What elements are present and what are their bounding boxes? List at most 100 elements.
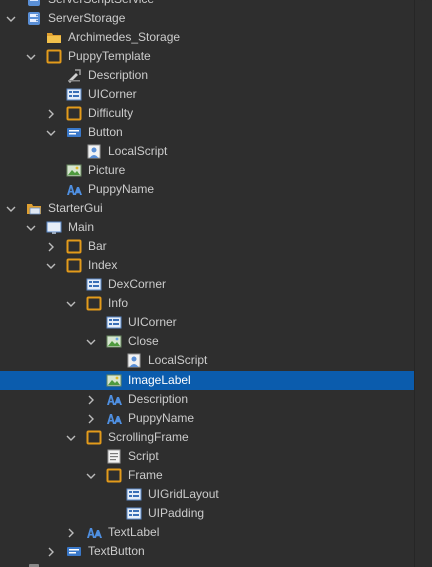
tree-item-text-label[interactable]: TextLabel — [0, 523, 415, 542]
frame-icon — [106, 468, 122, 483]
tree-item-description[interactable]: Description — [0, 390, 415, 409]
tree-item-ui-padding[interactable]: UIPadding — [0, 504, 415, 523]
tree-item-puppy-name[interactable]: PuppyName — [0, 180, 415, 199]
chevron-down-icon[interactable] — [86, 337, 96, 347]
tree-item-label: Close — [128, 334, 159, 348]
partial-icon — [26, 563, 42, 567]
tree-item-label: LocalScript — [148, 353, 208, 367]
tree-item-label: ScrollingFrame — [108, 430, 189, 444]
tree-item-label: UICorner — [88, 87, 137, 101]
tree-item-puppy-name[interactable]: PuppyName — [0, 409, 415, 428]
tree-item-label: Picture — [88, 163, 126, 177]
tree-item-ui-corner[interactable]: UICorner — [0, 85, 415, 104]
tree-item-label: Frame — [128, 468, 163, 482]
local-script-icon — [86, 144, 102, 159]
tree-item-label: UICorner — [128, 315, 177, 329]
frame-icon — [66, 258, 82, 273]
tree-item-image-label-selected[interactable]: ImageLabel — [0, 371, 415, 390]
tree-item-label: Bar — [88, 239, 107, 253]
chevron-down-icon[interactable] — [46, 261, 56, 271]
text-label-icon — [106, 411, 122, 426]
ui-component-icon — [126, 487, 142, 502]
chevron-down-icon[interactable] — [66, 299, 76, 309]
tree-item-scrolling-frame[interactable]: ScrollingFrame — [0, 428, 415, 447]
local-script-icon — [126, 353, 142, 368]
tree-item-label: PuppyName — [88, 182, 155, 196]
tree-item-text-button[interactable]: TextButton — [0, 542, 415, 561]
tree-item-label: ServerScriptService — [48, 0, 154, 9]
chevron-down-icon[interactable] — [66, 433, 76, 443]
frame-icon — [86, 296, 102, 311]
chevron-down-icon[interactable] — [86, 471, 96, 481]
tree-item-ui-grid-layout[interactable]: UIGridLayout — [0, 485, 415, 504]
tree-item-label: Difficulty — [88, 106, 134, 120]
tree-item-bar[interactable]: Bar — [0, 237, 415, 256]
tree-item-label: PuppyTemplate — [68, 49, 151, 63]
tree-item-label: DexCorner — [108, 277, 167, 291]
tree-item-description[interactable]: Description — [0, 66, 415, 85]
chevron-down-icon[interactable] — [46, 128, 56, 138]
text-label-icon — [106, 392, 122, 407]
tree-item-label: ImageLabel — [128, 373, 191, 387]
scrollbar-thumb[interactable] — [419, 0, 428, 567]
tree-item-starter-gui[interactable]: StarterGui — [0, 199, 415, 218]
tree-item-puppy-template[interactable]: PuppyTemplate — [0, 47, 415, 66]
tree-item-label: Main — [68, 220, 95, 234]
frame-icon — [46, 49, 62, 64]
image-label-icon — [106, 373, 122, 388]
tree-item-label: Description — [88, 68, 149, 82]
chevron-down-icon[interactable] — [26, 223, 36, 233]
chevron-down-icon[interactable] — [26, 52, 36, 62]
tree-item-label: Script — [128, 449, 159, 463]
chevron-right-icon[interactable] — [86, 395, 96, 405]
tree-item-label: Index — [88, 258, 118, 272]
frame-icon — [66, 106, 82, 121]
tree-item-label: PuppyName — [128, 411, 195, 425]
tree-item-local-script[interactable]: LocalScript — [0, 351, 415, 370]
text-button-icon — [66, 544, 82, 559]
tree-item-info[interactable]: Info — [0, 294, 415, 313]
ui-component-icon — [66, 87, 82, 102]
tree-item-ui-corner[interactable]: UICorner — [0, 313, 415, 332]
tree-item-label: LocalScript — [108, 144, 168, 158]
chevron-right-icon[interactable] — [46, 109, 56, 119]
tree-item-server-storage[interactable]: ServerStorage — [0, 9, 415, 28]
tree-item-close[interactable]: Close — [0, 332, 415, 351]
chevron-down-icon[interactable] — [6, 14, 16, 24]
tree-item-picture[interactable]: Picture — [0, 161, 415, 180]
image-button-icon — [106, 334, 122, 349]
tree-item-label: Info — [108, 296, 129, 310]
folder-icon — [46, 30, 62, 45]
chevron-right-icon[interactable] — [86, 414, 96, 424]
chevron-right-icon[interactable] — [66, 528, 76, 538]
chevron-down-icon[interactable] — [6, 204, 16, 214]
tree-item-label: Button — [88, 125, 123, 139]
tree-item-difficulty[interactable]: Difficulty — [0, 104, 415, 123]
tree-item-label: UIPadding — [148, 506, 205, 520]
tree-item-main[interactable]: Main — [0, 218, 415, 237]
tree-item-partial[interactable] — [0, 561, 415, 567]
tree-item-local-script[interactable]: LocalScript — [0, 142, 415, 161]
chevron-right-icon[interactable] — [46, 242, 56, 252]
frame-icon — [86, 430, 102, 445]
tree-item-script[interactable]: Script — [0, 447, 415, 466]
ui-component-icon — [126, 506, 142, 521]
server-storage-icon — [26, 11, 42, 26]
starter-gui-icon — [26, 201, 42, 216]
frame-icon — [66, 239, 82, 254]
tree-item-archimedes-storage[interactable]: Archimedes_Storage — [0, 28, 415, 47]
text-button-icon — [66, 125, 82, 140]
vertical-scrollbar[interactable] — [414, 0, 432, 567]
ui-component-icon — [86, 277, 102, 292]
text-label-icon — [66, 182, 82, 197]
tree-item-label: TextButton — [88, 544, 145, 558]
tree-item-dex-corner[interactable]: DexCorner — [0, 275, 415, 294]
screen-gui-icon — [46, 220, 62, 235]
tree-item-index[interactable]: Index — [0, 256, 415, 275]
tree-item-label: Archimedes_Storage — [68, 30, 181, 44]
tree-item-server-script-service[interactable]: ServerScriptService — [0, 0, 415, 9]
script-icon — [106, 449, 122, 464]
chevron-right-icon[interactable] — [46, 547, 56, 557]
tree-item-frame[interactable]: Frame — [0, 466, 415, 485]
tree-item-button[interactable]: Button — [0, 123, 415, 142]
